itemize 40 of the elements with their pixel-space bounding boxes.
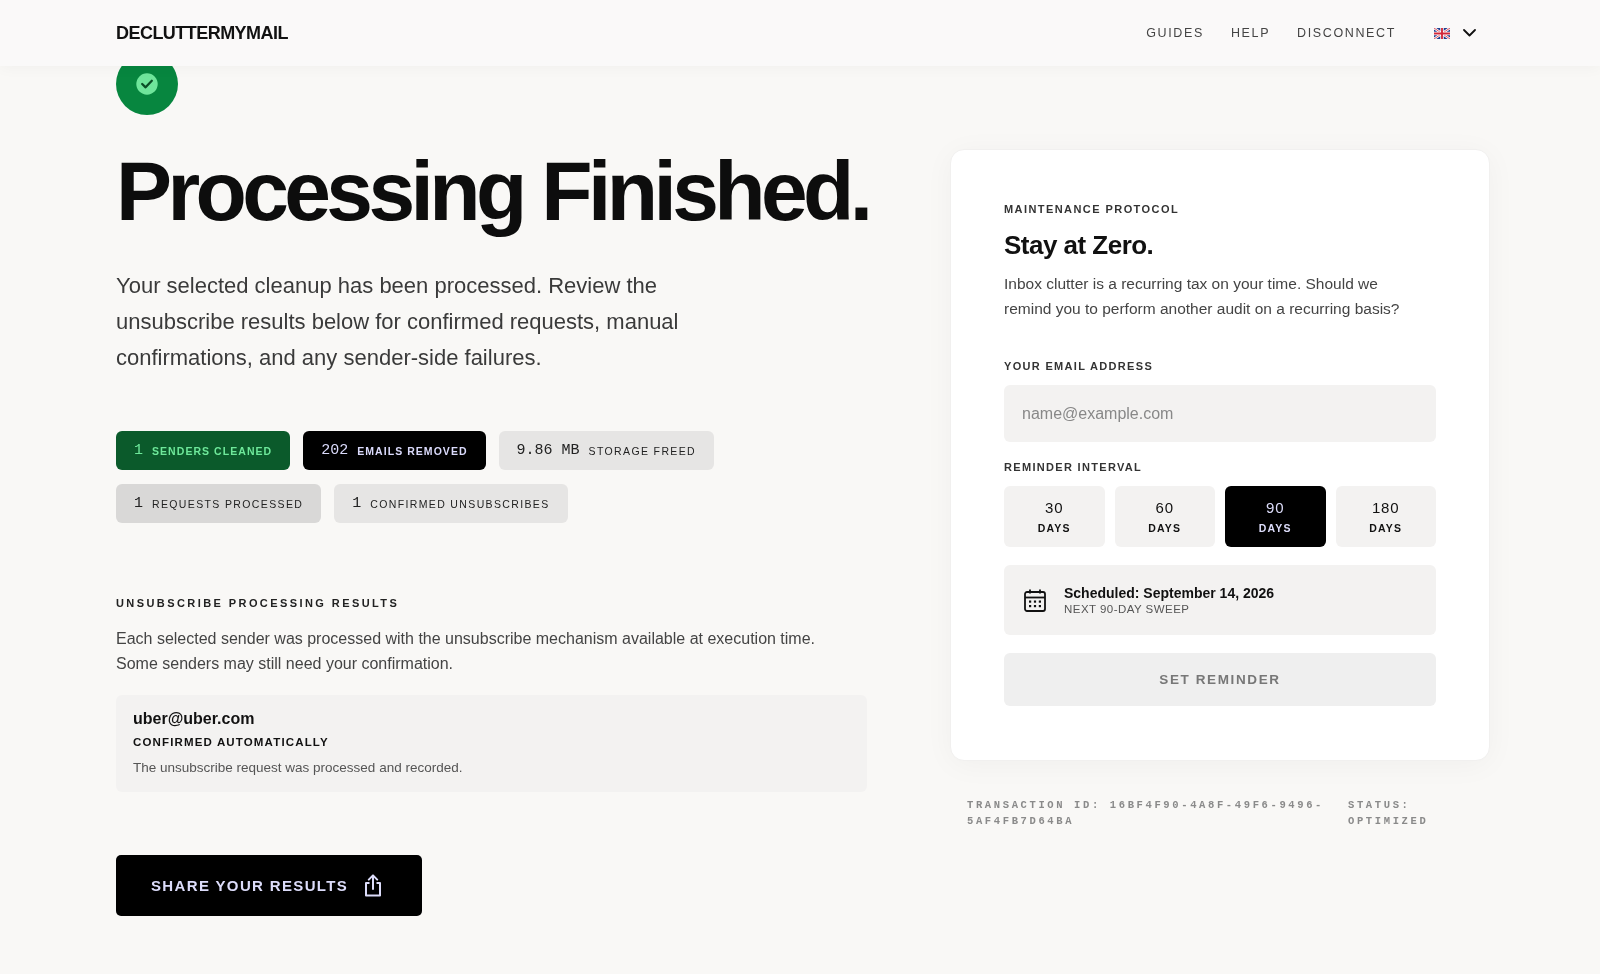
schedule-date: Scheduled: September 14, 2026 bbox=[1064, 583, 1275, 602]
card-title: Stay at Zero. bbox=[1004, 229, 1155, 261]
stat-label: CONFIRMED UNSUBSCRIBES bbox=[370, 497, 550, 510]
interval-option[interactable]: 180 DAYS bbox=[1335, 486, 1436, 547]
result-detail: The unsubscribe request was processed and recorded. bbox=[133, 759, 464, 777]
calendar-icon bbox=[1024, 588, 1046, 612]
interval-option[interactable]: 90 DAYS bbox=[1225, 486, 1326, 547]
card-eyebrow: MAINTENANCE PROTOCOL bbox=[1004, 202, 1181, 216]
summary-text: Your selected cleanup has been processed. Review the unsubscribe results below for confirmed requests, manual confirmations, and any sender-side failures. bbox=[116, 272, 680, 372]
logo[interactable]: DECLUTTERMYMAIL bbox=[116, 22, 288, 44]
nav-link[interactable]: HELP bbox=[1230, 26, 1271, 40]
language-selector[interactable] bbox=[1434, 27, 1476, 39]
card-description: Inbox clutter is a recurring tax on your time. Should we remind you to perform another audit on a recurring basis? bbox=[1004, 274, 1401, 319]
flag-icon bbox=[1434, 27, 1450, 39]
field-label: YOUR EMAIL ADDRESS bbox=[1004, 359, 1155, 373]
stat-label: STORAGE FREED bbox=[588, 444, 696, 457]
interval-option[interactable]: 30 DAYS bbox=[1004, 486, 1105, 547]
stat-label: SENDERS CLEANED bbox=[152, 444, 273, 457]
stat-value: 9.86 MB bbox=[516, 442, 580, 459]
sender-email: uber@uber.com bbox=[133, 709, 256, 729]
chevron-icon bbox=[1463, 29, 1476, 37]
transaction-id: TRANSACTION ID: 16BF4F90-4A8F-49F6-9496-5AF4FB7D64BA bbox=[967, 798, 1326, 829]
stat-value: 202 bbox=[321, 442, 349, 459]
stat-value: 1 bbox=[134, 442, 143, 459]
status-text: STATUS: OPTIMIZED bbox=[1348, 798, 1430, 829]
nav-link[interactable]: DISCONNECT bbox=[1297, 26, 1396, 40]
section-description: Each selected sender was processed with the unsubscribe mechanism available at execution time. Some senders may still need your confirmation. bbox=[116, 629, 817, 674]
interval-option[interactable]: 60 DAYS bbox=[1114, 486, 1215, 547]
share-button[interactable]: SHARE YOUR RESULTS bbox=[116, 855, 423, 916]
field-label: REMINDER INTERVAL bbox=[1004, 460, 1144, 474]
nav-link[interactable]: GUIDES bbox=[1146, 26, 1204, 40]
share-icon bbox=[364, 874, 383, 897]
stat-label: EMAILS REMOVED bbox=[357, 444, 468, 457]
stat-label: REQUESTS PROCESSED bbox=[152, 497, 304, 510]
stat-value: 1 bbox=[352, 495, 362, 512]
section-heading: UNSUBSCRIBE PROCESSING RESULTS bbox=[116, 596, 401, 610]
result-status: CONFIRMED AUTOMATICALLY bbox=[133, 735, 330, 750]
schedule-caption: NEXT 90-DAY SWEEP bbox=[1064, 601, 1191, 617]
stat-value: 1 bbox=[134, 495, 143, 512]
email-input[interactable]: name@example.com bbox=[1004, 385, 1436, 442]
